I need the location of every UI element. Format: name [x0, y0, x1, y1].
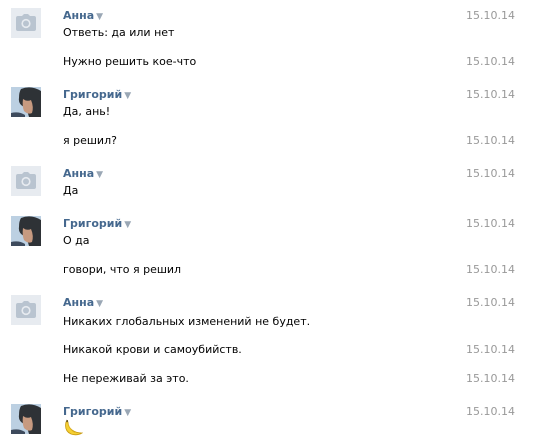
- sender-name[interactable]: Анна: [63, 296, 94, 309]
- message-text: О да: [63, 234, 90, 247]
- avatar[interactable]: [11, 87, 41, 117]
- avatar[interactable]: [11, 404, 41, 434]
- message-text: говори, что я решил: [63, 263, 182, 276]
- message-date: 15.10.14: [466, 55, 515, 68]
- message-date: 15.10.14: [466, 9, 515, 22]
- camera-icon: [16, 172, 36, 189]
- message-date: 15.10.14: [466, 88, 515, 101]
- message-date: 15.10.14: [466, 372, 515, 385]
- sender-name[interactable]: Григорий: [63, 405, 122, 418]
- sender-name[interactable]: Григорий: [63, 217, 122, 230]
- message-date: 15.10.14: [466, 405, 515, 418]
- message-text: я решил?: [63, 134, 117, 147]
- message-text: Не переживай за это.: [63, 372, 189, 385]
- sender-menu-arrow-icon[interactable]: ▼: [124, 218, 131, 233]
- avatar[interactable]: [11, 166, 41, 196]
- message-text: Ответь: да или нет: [63, 26, 175, 39]
- message-date: 15.10.14: [466, 167, 515, 180]
- message-sender: Анна ▼: [63, 295, 103, 310]
- message-sender: Анна ▼: [63, 8, 103, 23]
- message-text: Нужно решить кое-что: [63, 55, 197, 68]
- user-photo-icon: [11, 404, 41, 434]
- message-text: Да, ань!: [63, 105, 111, 118]
- message-date: 15.10.14: [466, 217, 515, 230]
- message-date: 15.10.14: [466, 134, 515, 147]
- sender-name[interactable]: Анна: [63, 167, 94, 180]
- sender-menu-arrow-icon[interactable]: ▼: [96, 297, 103, 312]
- message-sender: Григорий ▼: [63, 87, 131, 102]
- message-sender: Григорий ▼: [63, 216, 131, 231]
- user-photo-icon: [11, 87, 41, 117]
- message-date: 15.10.14: [466, 263, 515, 276]
- sender-menu-arrow-icon[interactable]: ▼: [96, 168, 103, 183]
- message-text: Да: [63, 184, 79, 197]
- camera-icon: [16, 14, 36, 31]
- camera-icon: [16, 301, 36, 318]
- message-date: 15.10.14: [466, 296, 515, 309]
- banana-emoji-icon: [63, 419, 84, 440]
- sender-menu-arrow-icon[interactable]: ▼: [124, 406, 131, 421]
- avatar[interactable]: [11, 8, 41, 38]
- message-text: Никакой крови и самоубийств.: [63, 343, 242, 356]
- sender-menu-arrow-icon[interactable]: ▼: [96, 10, 103, 25]
- avatar[interactable]: [11, 295, 41, 325]
- sender-name[interactable]: Анна: [63, 9, 94, 22]
- message-date: 15.10.14: [466, 343, 515, 356]
- user-photo-icon: [11, 216, 41, 246]
- message-sender: Анна ▼: [63, 166, 103, 181]
- sender-name[interactable]: Григорий: [63, 88, 122, 101]
- message-text: Никаких глобальных изменений не будет.: [63, 315, 311, 328]
- message-sender: Григорий ▼: [63, 404, 131, 419]
- avatar[interactable]: [11, 216, 41, 246]
- sender-menu-arrow-icon[interactable]: ▼: [124, 89, 131, 104]
